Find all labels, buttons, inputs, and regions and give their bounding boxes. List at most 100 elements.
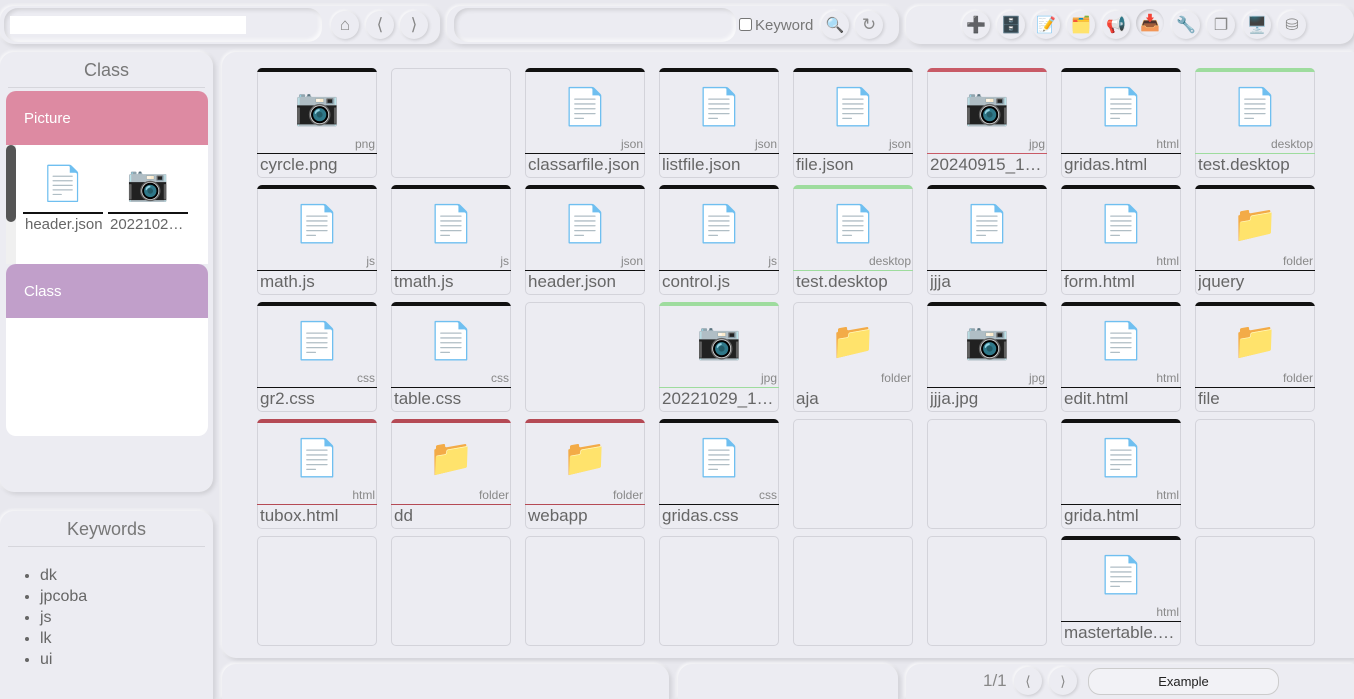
file-name: gr2.css [260, 389, 315, 408]
class-item[interactable]: 📄 header.json [23, 150, 103, 233]
tile-top-bar [1195, 185, 1315, 189]
file-type-label: jpg [760, 371, 777, 385]
divider [8, 546, 205, 547]
tile-bottom-bar [1195, 387, 1315, 388]
example-button[interactable]: Example [1088, 668, 1279, 695]
file-name: listfile.json [662, 155, 741, 174]
action-toolbar: ➕ 🗄️ 📝 🗂️ 📢 📥 🔧 ❐ 🖥️ ⛁ [906, 6, 1354, 44]
tile-bottom-bar [257, 387, 377, 388]
file-name: edit.html [1064, 389, 1129, 408]
file-tile[interactable]: 📄 json classarfile.json [525, 68, 645, 178]
file-tile[interactable]: 📄 json file.json [793, 68, 913, 178]
settings-button[interactable]: 🔧 [1172, 11, 1200, 39]
keyword-item[interactable]: js [40, 607, 213, 628]
file-tile[interactable]: 📄 js tmath.js [391, 185, 511, 295]
memo-button[interactable]: 📝 [1032, 11, 1060, 39]
tile-top-bar [525, 419, 645, 423]
file-tile[interactable]: 📄 html form.html [1061, 185, 1181, 295]
file-tile[interactable]: 📄 html edit.html [1061, 302, 1181, 412]
file-tile[interactable]: 📄 css gr2.css [257, 302, 377, 412]
database-button[interactable]: ⛁ [1278, 11, 1306, 39]
file-name: file.json [796, 155, 854, 174]
cabinet-icon: 🗄️ [1001, 17, 1021, 34]
file-tile[interactable]: 📁 folder file [1195, 302, 1315, 412]
footer-pager: 1/1 ⟨ ⟩ Example [906, 664, 1354, 699]
file-name: dd [394, 506, 413, 525]
file-type-label: folder [612, 488, 643, 502]
file-tile[interactable]: 📁 folder webapp [525, 419, 645, 529]
file-tile[interactable]: 📁 folder aja [793, 302, 913, 412]
inbox-button[interactable]: 📥 [1136, 9, 1164, 37]
document-icon: 📄 [1098, 554, 1144, 595]
refresh-button[interactable]: ↻ [855, 11, 883, 39]
file-name: test.desktop [1198, 155, 1290, 174]
back-button[interactable]: ⟨ [366, 11, 394, 39]
category-label: Picture [24, 109, 71, 127]
prev-page-button[interactable]: ⟨ [1014, 667, 1042, 695]
file-name: 20240915_1.jpg [930, 155, 1044, 174]
tile-top-bar [391, 302, 511, 306]
file-tile[interactable]: 📄 html grida.html [1061, 419, 1181, 529]
scrollbar-thumb[interactable] [6, 145, 16, 222]
scrollbar-track[interactable] [6, 145, 16, 264]
keyword-item[interactable]: dk [40, 565, 213, 586]
forward-button[interactable]: ⟩ [400, 11, 428, 39]
window-icon: ❐ [1213, 17, 1229, 34]
tile-bottom-bar [659, 504, 779, 505]
file-type-label: html [1156, 371, 1179, 385]
file-tile[interactable]: 📄 jjja [927, 185, 1047, 295]
file-tile[interactable]: 📄 desktop test.desktop [1195, 68, 1315, 178]
file-name: aja [796, 389, 819, 408]
class-item[interactable]: 📷 20221029_1.jpg [108, 150, 188, 233]
address-input[interactable] [10, 16, 246, 34]
keyword-item[interactable]: lk [40, 628, 213, 649]
category-class[interactable]: Class [6, 264, 208, 318]
file-tile[interactable]: 📄 html tubox.html [257, 419, 377, 529]
tile-bottom-bar [391, 387, 511, 388]
tile-top-bar [391, 185, 511, 189]
next-page-button[interactable]: ⟩ [1049, 667, 1077, 695]
file-tile[interactable]: 📄 json header.json [525, 185, 645, 295]
tile-bottom-bar [1061, 153, 1181, 154]
address-toolbar: ⌂ ⟨ ⟩ [0, 6, 440, 44]
file-type-label: folder [478, 488, 509, 502]
file-tile[interactable]: 📷 jpg jjja.jpg [927, 302, 1047, 412]
file-tile[interactable]: 📄 js math.js [257, 185, 377, 295]
file-tile[interactable]: 📷 png cyrcle.png [257, 68, 377, 178]
keyword-checkbox[interactable] [739, 18, 752, 31]
megaphone-button[interactable]: 📢 [1102, 11, 1130, 39]
window-button[interactable]: ❐ [1207, 11, 1235, 39]
search-button[interactable]: 🔍 [821, 11, 849, 39]
file-tile[interactable]: 📄 css gridas.css [659, 419, 779, 529]
tile-top-bar [659, 185, 779, 189]
search-input[interactable] [462, 16, 726, 34]
file-tile[interactable]: 📄 json listfile.json [659, 68, 779, 178]
file-name: jjja [930, 272, 951, 291]
monitor-button[interactable]: 🖥️ [1243, 11, 1271, 39]
footer-middle [678, 664, 898, 699]
file-tile[interactable]: 📄 html mastertable.html [1061, 536, 1181, 646]
file-tile[interactable]: 📁 folder dd [391, 419, 511, 529]
file-tile[interactable]: 📁 folder jquery [1195, 185, 1315, 295]
tile-top-bar [391, 419, 511, 423]
card-index-button[interactable]: 🗂️ [1067, 11, 1095, 39]
tile-top-bar [257, 68, 377, 72]
tile-bottom-bar [257, 270, 377, 271]
file-grid: 📷 png cyrcle.png 📄 json classarfile.json 📄 json… [222, 52, 1354, 658]
example-button-label: Example [1158, 674, 1209, 689]
file-tile[interactable]: 📄 css table.css [391, 302, 511, 412]
home-button[interactable]: ⌂ [331, 11, 359, 39]
keyword-item[interactable]: ui [40, 649, 213, 670]
file-tile[interactable]: 📄 desktop test.desktop [793, 185, 913, 295]
file-tile[interactable]: 📄 js control.js [659, 185, 779, 295]
file-type-label: jpg [1028, 371, 1045, 385]
category-picture[interactable]: Picture [6, 91, 208, 145]
file-tile[interactable]: 📷 jpg 20240915_1.jpg [927, 68, 1047, 178]
file-tile[interactable]: 📷 jpg 20221029_1.jpg [659, 302, 779, 412]
keywords-title: Keywords [66, 519, 147, 539]
document-icon: 📄 [562, 86, 608, 127]
cabinet-button[interactable]: 🗄️ [997, 11, 1025, 39]
file-tile[interactable]: 📄 html gridas.html [1061, 68, 1181, 178]
add-button[interactable]: ➕ [962, 11, 990, 39]
keyword-item[interactable]: jpcoba [40, 586, 213, 607]
